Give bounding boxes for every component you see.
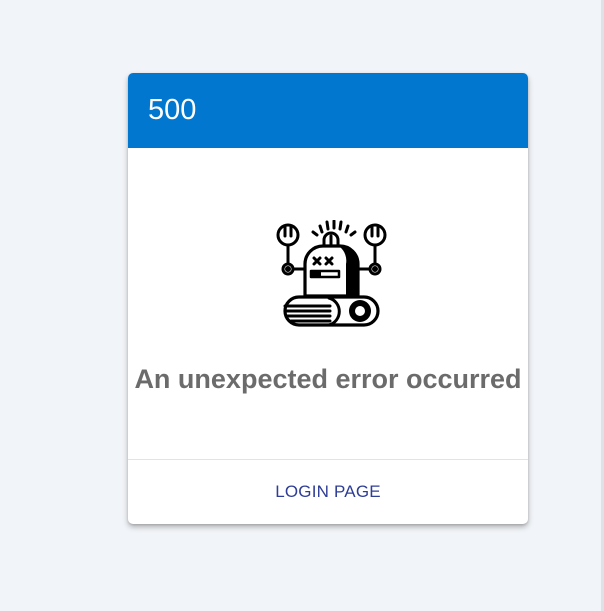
error-message: An unexpected error occurred [134, 364, 522, 394]
error-body: An unexpected error occurred [128, 148, 528, 459]
error-code-header: 500 [128, 73, 528, 148]
card-footer: LOGIN PAGE [128, 460, 528, 524]
error-code: 500 [148, 94, 197, 126]
login-page-link[interactable]: LOGIN PAGE [265, 476, 391, 508]
broken-robot-icon [276, 220, 387, 327]
error-card: 500 An unexpected error occurred LOGIN P… [128, 73, 528, 524]
